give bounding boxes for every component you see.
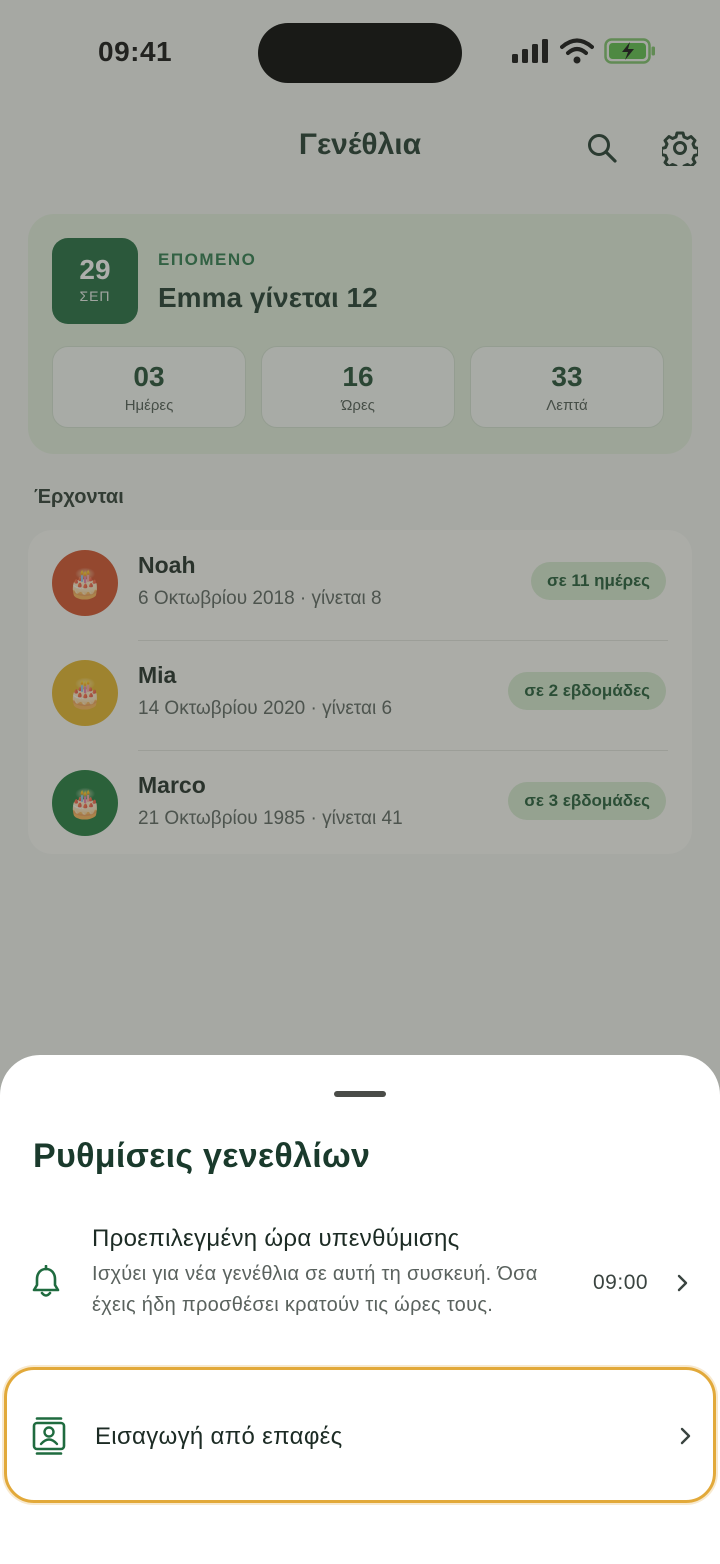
reminder-description: Ισχύει για νέα γενέθλια σε αυτή τη συσκε… xyxy=(92,1263,538,1316)
contacts-icon xyxy=(32,1417,66,1455)
import-title: Εισαγωγή από επαφές xyxy=(95,1423,343,1450)
bell-icon xyxy=(32,1265,60,1297)
chevron-right-icon xyxy=(677,1274,688,1292)
sheet-grabber[interactable] xyxy=(334,1091,386,1097)
import-contacts-row[interactable]: Εισαγωγή από επαφές xyxy=(4,1367,716,1503)
chevron-right-icon xyxy=(680,1427,691,1445)
reminder-time-row[interactable]: Προεπιλεγμένη ώρα υπενθύμισης Ισχύει για… xyxy=(0,1221,720,1361)
settings-sheet: Ρυθμίσεις γενεθλίων Προεπιλεγμένη ώρα υπ… xyxy=(0,1055,720,1564)
sheet-title: Ρυθμίσεις γενεθλίων xyxy=(33,1137,371,1175)
app-screen: 09:41 Γενέθλια 29 ΣΕΠ ΕΠΟΜΕΝΟ Emma γίνετ… xyxy=(0,0,720,1564)
reminder-value: 09:00 xyxy=(593,1271,649,1294)
reminder-title: Προεπιλεγμένη ώρα υπενθύμισης xyxy=(92,1225,460,1252)
